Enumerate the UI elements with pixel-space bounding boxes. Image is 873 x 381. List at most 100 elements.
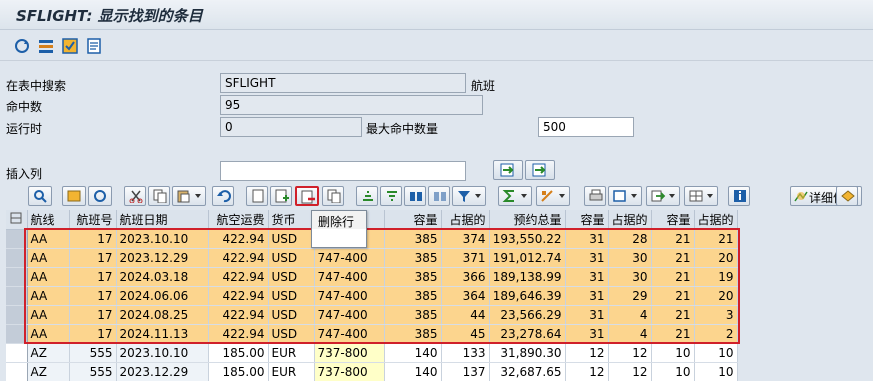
layout-button[interactable] xyxy=(684,186,718,206)
table-cell: 20 xyxy=(694,248,738,268)
column-header[interactable]: 航空运费 xyxy=(208,210,269,230)
row-selector[interactable] xyxy=(6,305,28,325)
table-cell: 21 xyxy=(651,324,695,344)
table-row[interactable]: AA 17 2024.11.13 422.94 USD 747-400 385 45 23,27… xyxy=(6,324,738,344)
column-header[interactable]: 航班号 xyxy=(69,210,117,230)
sum-button[interactable] xyxy=(498,186,532,206)
table-cell: 2024.06.06 xyxy=(116,286,209,306)
table-cell: 4 xyxy=(608,305,652,325)
max-hits-label: 最大命中数量 xyxy=(366,122,439,136)
table-cell: 10 xyxy=(651,362,695,381)
find-next-button[interactable] xyxy=(428,186,450,206)
info-button[interactable] xyxy=(728,186,750,206)
table-row[interactable]: AA 17 2024.03.18 422.94 USD 747-400 385 366 189,… xyxy=(6,267,738,287)
table-cell: 385 xyxy=(384,286,442,306)
row-selector[interactable] xyxy=(6,229,28,249)
column-header[interactable]: 占据的 xyxy=(608,210,652,230)
row-selector[interactable] xyxy=(6,362,28,381)
max-hits-input[interactable]: 500 xyxy=(538,117,634,137)
column-header[interactable]: 占据的 xyxy=(694,210,738,230)
table-cell: USD xyxy=(268,267,315,287)
table-cell: 44 xyxy=(441,305,490,325)
print-button[interactable] xyxy=(584,186,606,206)
table-cell: AA xyxy=(27,229,70,249)
select-all-icon[interactable] xyxy=(37,37,55,55)
copy-button[interactable] xyxy=(148,186,170,206)
search-table-label: 在表中搜索 xyxy=(6,79,67,93)
cut-button[interactable] xyxy=(124,186,146,206)
sort-ascending-button[interactable] xyxy=(356,186,378,206)
column-header[interactable]: 航线 xyxy=(27,210,70,230)
table-cell: 21 xyxy=(651,267,695,287)
filter-button[interactable] xyxy=(452,186,486,206)
table-cell: 2023.10.10 xyxy=(116,343,209,363)
undo-button[interactable] xyxy=(212,186,234,206)
table-cell: 747-400 xyxy=(314,248,385,268)
table-cell: 19 xyxy=(694,267,738,287)
table-cell: AA xyxy=(27,324,70,344)
sort-descending-button[interactable] xyxy=(380,186,402,206)
column-header[interactable]: 航班日期 xyxy=(116,210,209,230)
table-cell: 17 xyxy=(69,267,117,287)
check-table-icon[interactable] xyxy=(61,37,79,55)
runtime-label: 运行时 xyxy=(6,122,43,136)
column-header[interactable]: 预约总量 xyxy=(489,210,566,230)
column-header[interactable]: 容量 xyxy=(565,210,609,230)
insert-column-button[interactable] xyxy=(493,160,523,180)
table-cell: AA xyxy=(27,305,70,325)
column-header[interactable]: 容量 xyxy=(384,210,442,230)
views-button[interactable] xyxy=(608,186,642,206)
table-row[interactable]: AA 17 2024.08.25 422.94 USD 747-400 385 44 23,56… xyxy=(6,305,738,325)
append-row-button[interactable] xyxy=(246,186,268,206)
print-list-icon[interactable] xyxy=(85,37,103,55)
delete-column-button[interactable] xyxy=(525,160,555,180)
table-cell: 385 xyxy=(384,267,442,287)
table-row[interactable]: AA 17 2023.10.10 422.94 USD 385 374 193,550.22 3… xyxy=(6,229,738,249)
insert-column-input[interactable] xyxy=(220,161,466,181)
table-cell: 21 xyxy=(694,229,738,249)
table-cell: 374 xyxy=(441,229,490,249)
column-header[interactable]: 货币 xyxy=(268,210,315,230)
choose-detail-button[interactable] xyxy=(28,186,52,206)
row-selector[interactable] xyxy=(6,286,28,306)
table-row[interactable]: AA 17 2024.06.06 422.94 USD 747-400 385 364 189,… xyxy=(6,286,738,306)
table-cell: EUR xyxy=(268,343,315,363)
graphic-button[interactable] xyxy=(836,186,858,206)
table-cell: EUR xyxy=(268,362,315,381)
table-cell: AZ xyxy=(27,343,70,363)
row-selector[interactable] xyxy=(6,267,28,287)
row-selector[interactable] xyxy=(6,324,28,344)
duplicate-row-button[interactable] xyxy=(322,186,344,206)
table-cell: 17 xyxy=(69,324,117,344)
runtime-field: 0 xyxy=(220,117,362,137)
table-cell: 31 xyxy=(565,324,609,344)
find-button[interactable] xyxy=(404,186,426,206)
table-cell: 21 xyxy=(651,305,695,325)
column-header[interactable]: 容量 xyxy=(651,210,695,230)
table-cell: 371 xyxy=(441,248,490,268)
row-selector[interactable] xyxy=(6,343,28,363)
table-row[interactable]: AA 17 2023.12.29 422.94 USD 747-400 385 371 191,… xyxy=(6,248,738,268)
hits-field: 95 xyxy=(220,95,483,115)
subtotal-button[interactable] xyxy=(536,186,570,206)
paste-button[interactable] xyxy=(172,186,206,206)
insert-row-button[interactable] xyxy=(62,186,86,206)
export-button[interactable] xyxy=(646,186,680,206)
row-selector[interactable] xyxy=(6,248,28,268)
table-cell: 747-400 xyxy=(314,267,385,287)
select-all-rows-cell[interactable] xyxy=(6,210,28,230)
table-cell: 2024.03.18 xyxy=(116,267,209,287)
table-cell: 140 xyxy=(384,362,442,381)
table-row[interactable]: AZ 555 2023.12.29 185.00 EUR 737-800 140 137 32,… xyxy=(6,362,738,381)
table-cell: 12 xyxy=(565,362,609,381)
copy-row-button[interactable] xyxy=(88,186,112,206)
table-row[interactable]: AZ 555 2023.10.10 185.00 EUR 737-800 140 133 31,… xyxy=(6,343,738,363)
delete-row-button[interactable] xyxy=(295,186,319,206)
column-header[interactable]: 占据的 xyxy=(441,210,490,230)
insert-line-button[interactable] xyxy=(270,186,292,206)
table-cell: 23,278.64 xyxy=(489,324,566,344)
refresh-icon[interactable] xyxy=(13,37,31,55)
table-cell: 31 xyxy=(565,248,609,268)
table-cell: 422.94 xyxy=(208,248,269,268)
table-cell: 422.94 xyxy=(208,305,269,325)
